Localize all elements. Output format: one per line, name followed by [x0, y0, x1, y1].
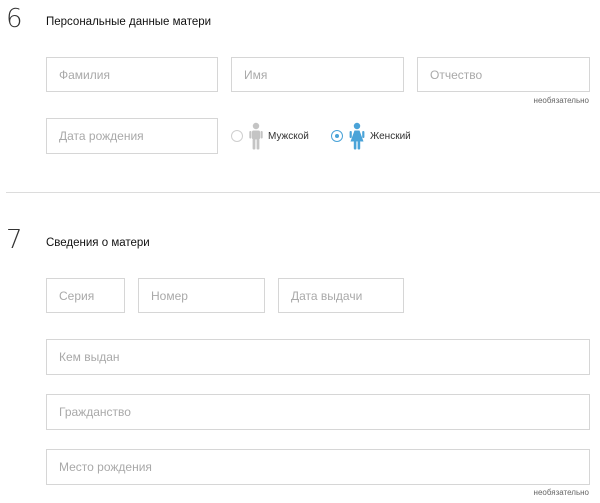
birthplace-optional-hint: необязательно — [533, 488, 589, 497]
male-person-icon — [249, 122, 263, 150]
birthplace-input[interactable] — [46, 449, 590, 485]
female-person-icon — [349, 122, 365, 150]
issued-by-input[interactable] — [46, 339, 590, 375]
surname-input[interactable] — [46, 57, 218, 92]
section-6-number: 6 — [6, 4, 23, 34]
passport-number-input[interactable] — [138, 278, 265, 313]
male-label: Мужской — [268, 130, 309, 142]
patronymic-optional-hint: необязательно — [533, 96, 589, 105]
passport-series-input[interactable] — [46, 278, 125, 313]
gender-option-male[interactable]: Мужской — [231, 122, 309, 150]
name-input[interactable] — [231, 57, 404, 92]
section-7-number: 7 — [6, 225, 23, 255]
female-radio[interactable] — [331, 130, 343, 142]
citizenship-input[interactable] — [46, 394, 590, 430]
section-7-title: Сведения о матери — [46, 237, 150, 249]
section-divider — [6, 192, 600, 193]
gender-option-female[interactable]: Женский — [331, 122, 411, 150]
female-label: Женский — [370, 130, 411, 142]
male-radio[interactable] — [231, 130, 243, 142]
section-6-title: Персональные данные матери — [46, 16, 212, 28]
patronymic-input[interactable] — [417, 57, 590, 92]
birthdate-input[interactable] — [46, 118, 218, 154]
issue-date-input[interactable] — [278, 278, 404, 313]
